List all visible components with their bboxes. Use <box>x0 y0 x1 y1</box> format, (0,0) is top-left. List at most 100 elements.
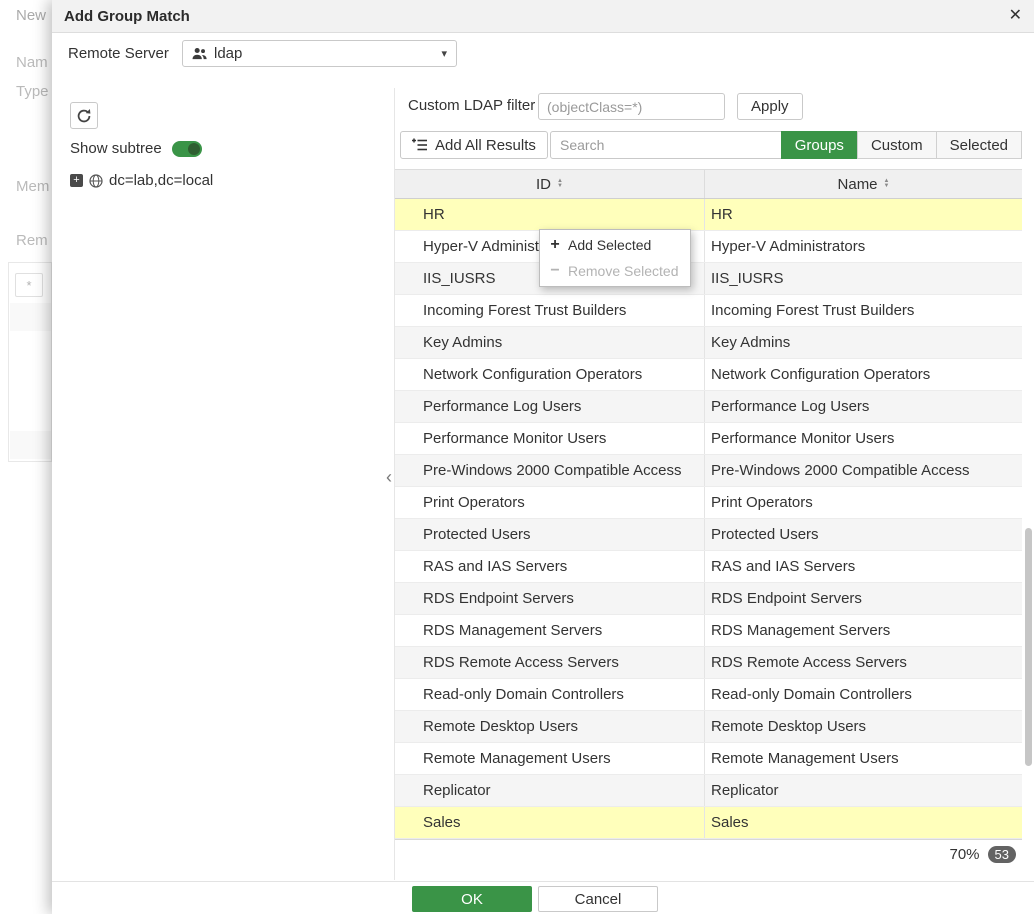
table-row[interactable]: Performance Log UsersPerformance Log Use… <box>395 391 1022 423</box>
result-count-badge: 53 <box>988 846 1016 863</box>
plus-icon: + <box>549 237 561 253</box>
remote-server-select[interactable]: ldap ▾ <box>182 40 457 67</box>
show-subtree-toggle[interactable] <box>172 141 202 157</box>
column-header-id[interactable]: ID ▲▼ <box>395 170 705 198</box>
cell-id: RDS Remote Access Servers <box>395 647 705 678</box>
cell-name: RAS and IAS Servers <box>705 551 1022 582</box>
tab-groups[interactable]: Groups <box>781 131 858 159</box>
cell-name: Protected Users <box>705 519 1022 550</box>
cell-id: Key Admins <box>395 327 705 358</box>
table-header: ID ▲▼ Name ▲▼ <box>395 169 1022 199</box>
menu-item-remove-selected: −Remove Selected <box>540 258 690 284</box>
column-header-id-label: ID <box>536 176 551 193</box>
sort-icon: ▲▼ <box>884 179 890 189</box>
table-row[interactable]: Read-only Domain ControllersRead-only Do… <box>395 679 1022 711</box>
table-row[interactable]: Pre-Windows 2000 Compatible AccessPre-Wi… <box>395 455 1022 487</box>
refresh-button[interactable] <box>70 102 98 129</box>
cell-id: Network Configuration Operators <box>395 359 705 390</box>
cell-name: Remote Desktop Users <box>705 711 1022 742</box>
panel-splitter[interactable]: ‹ <box>386 88 395 880</box>
cell-name: Remote Management Users <box>705 743 1022 774</box>
zoom-level: 70% <box>950 846 980 863</box>
cell-name: RDS Endpoint Servers <box>705 583 1022 614</box>
table-row[interactable]: Performance Monitor UsersPerformance Mon… <box>395 423 1022 455</box>
cell-id: Replicator <box>395 775 705 806</box>
cell-name: Performance Log Users <box>705 391 1022 422</box>
tab-selected[interactable]: Selected <box>936 131 1022 159</box>
users-icon <box>192 47 207 60</box>
cell-name: RDS Management Servers <box>705 615 1022 646</box>
scrollbar[interactable] <box>1025 528 1032 766</box>
results-table: ID ▲▼ Name ▲▼ HRHRHyper-V Administrators… <box>395 169 1022 840</box>
table-status: 70% 53 <box>950 846 1017 863</box>
menu-item-add-selected[interactable]: + Add Selected <box>540 232 690 258</box>
add-all-results-label: Add All Results <box>435 137 536 154</box>
cell-id: Pre-Windows 2000 Compatible Access <box>395 455 705 486</box>
table-row[interactable]: SalesSales <box>395 807 1022 839</box>
column-header-name[interactable]: Name ▲▼ <box>705 170 1022 198</box>
cell-id: HR <box>395 199 705 230</box>
cancel-button[interactable]: Cancel <box>538 886 658 912</box>
table-row[interactable]: Network Configuration OperatorsNetwork C… <box>395 359 1022 391</box>
cell-id: Print Operators <box>395 487 705 518</box>
ldap-tree-panel: Show subtree + dc=lab,dc=local <box>68 100 383 700</box>
context-menu: + Add Selected −Remove Selected <box>539 229 691 287</box>
cell-name: Incoming Forest Trust Builders <box>705 295 1022 326</box>
table-row[interactable]: HRHR <box>395 199 1022 231</box>
cell-id: Incoming Forest Trust Builders <box>395 295 705 326</box>
custom-ldap-filter-label: Custom LDAP filter <box>408 97 535 114</box>
table-row[interactable]: ReplicatorReplicator <box>395 775 1022 807</box>
cell-name: Network Configuration Operators <box>705 359 1022 390</box>
minus-icon: − <box>549 263 561 279</box>
table-body: HRHRHyper-V AdministratorsHyper-V Admini… <box>395 199 1022 840</box>
cell-name: Replicator <box>705 775 1022 806</box>
table-row[interactable]: Remote Management UsersRemote Management… <box>395 743 1022 775</box>
apply-button[interactable]: Apply <box>737 93 803 120</box>
close-icon[interactable]: ✕ <box>1009 8 1022 24</box>
add-all-results-button[interactable]: Add All Results <box>400 131 548 159</box>
ok-button[interactable]: OK <box>412 886 532 912</box>
menu-item-label: Add Selected <box>568 237 651 253</box>
cell-name: Sales <box>705 807 1022 838</box>
table-row[interactable]: Remote Desktop UsersRemote Desktop Users <box>395 711 1022 743</box>
cell-id: Sales <box>395 807 705 838</box>
chevron-down-icon: ▾ <box>441 47 447 60</box>
collapse-panel-icon[interactable]: ‹ <box>386 468 392 486</box>
table-row[interactable]: Print OperatorsPrint Operators <box>395 487 1022 519</box>
dialog-header: Add Group Match ✕ <box>52 0 1034 33</box>
cell-name: IIS_IUSRS <box>705 263 1022 294</box>
column-header-name-label: Name <box>838 176 878 193</box>
table-row[interactable]: Hyper-V AdministratorsHyper-V Administra… <box>395 231 1022 263</box>
table-row[interactable]: IIS_IUSRSIIS_IUSRS <box>395 263 1022 295</box>
tab-custom[interactable]: Custom <box>857 131 937 159</box>
tree-node-label: dc=lab,dc=local <box>109 172 213 189</box>
ldap-filter-input[interactable] <box>538 93 725 120</box>
cell-id: Read-only Domain Controllers <box>395 679 705 710</box>
cell-name: Print Operators <box>705 487 1022 518</box>
search-input[interactable] <box>551 132 777 158</box>
cell-name: RDS Remote Access Servers <box>705 647 1022 678</box>
table-row[interactable]: RDS Endpoint ServersRDS Endpoint Servers <box>395 583 1022 615</box>
cell-id: Performance Monitor Users <box>395 423 705 454</box>
table-row[interactable]: Incoming Forest Trust BuildersIncoming F… <box>395 295 1022 327</box>
add-list-icon <box>412 138 428 152</box>
globe-icon <box>89 174 103 188</box>
cell-name: Key Admins <box>705 327 1022 358</box>
cell-name: Pre-Windows 2000 Compatible Access <box>705 455 1022 486</box>
show-subtree-row: Show subtree <box>70 140 202 157</box>
sort-icon: ▲▼ <box>557 179 563 189</box>
cell-name: Hyper-V Administrators <box>705 231 1022 262</box>
cell-id: RAS and IAS Servers <box>395 551 705 582</box>
table-row[interactable]: Key AdminsKey Admins <box>395 327 1022 359</box>
dialog-footer: OK Cancel <box>52 881 1034 914</box>
cell-id: Protected Users <box>395 519 705 550</box>
table-row[interactable]: RAS and IAS ServersRAS and IAS Servers <box>395 551 1022 583</box>
refresh-icon <box>76 108 92 124</box>
tree-node-root[interactable]: + dc=lab,dc=local <box>70 172 213 189</box>
table-row[interactable]: RDS Management ServersRDS Management Ser… <box>395 615 1022 647</box>
cell-id: Remote Desktop Users <box>395 711 705 742</box>
expand-icon[interactable]: + <box>70 174 83 187</box>
table-row[interactable]: RDS Remote Access ServersRDS Remote Acce… <box>395 647 1022 679</box>
table-row[interactable]: Protected UsersProtected Users <box>395 519 1022 551</box>
results-panel: Custom LDAP filter Apply Add All Results… <box>395 88 1022 880</box>
